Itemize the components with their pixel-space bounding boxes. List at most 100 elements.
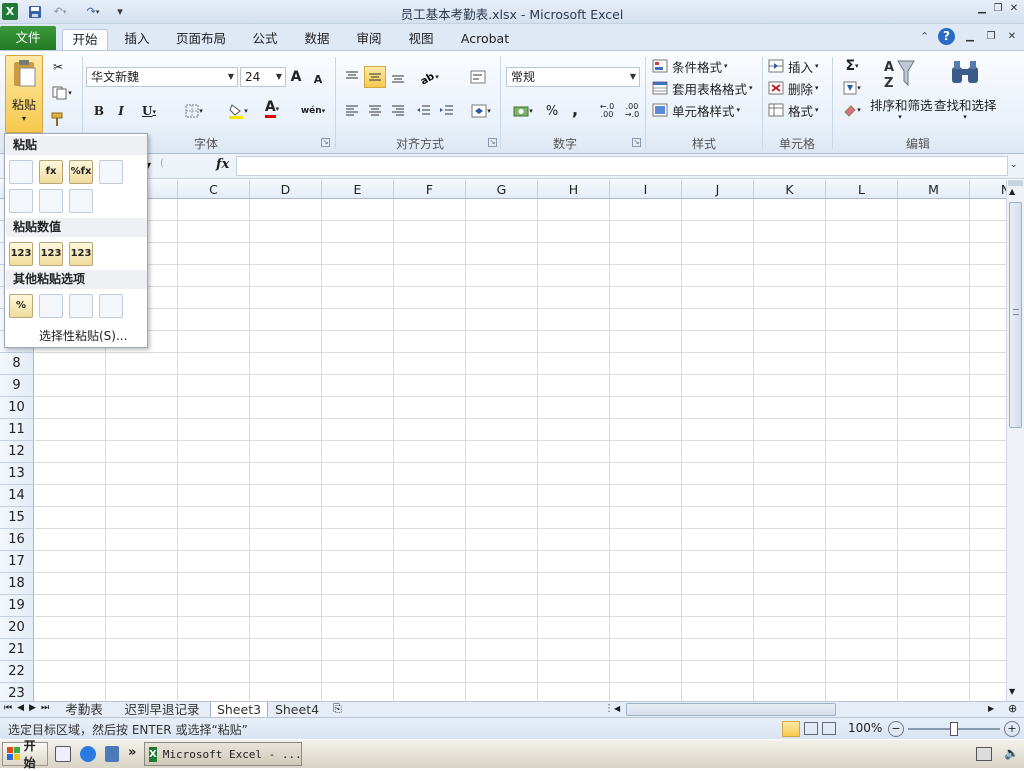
orientation-icon[interactable]: ab ▾ <box>414 67 444 87</box>
increase-indent-icon[interactable] <box>437 101 457 121</box>
align-top-icon[interactable] <box>342 67 362 87</box>
align-center-icon[interactable] <box>365 101 385 121</box>
font-color-button[interactable]: A ▾ <box>256 99 288 119</box>
row-header-8[interactable]: 8 <box>0 353 34 375</box>
number-format-combo[interactable]: 常规 ▼ <box>506 67 640 87</box>
tab-formulas[interactable]: 公式 <box>246 29 284 50</box>
start-button[interactable]: 开始 <box>2 739 48 770</box>
column-header-g[interactable]: G <box>466 180 538 199</box>
formula-input[interactable] <box>236 156 1008 176</box>
page-break-view-icon[interactable] <box>822 722 836 735</box>
column-header-l[interactable]: L <box>826 180 898 199</box>
align-right-icon[interactable] <box>388 101 408 121</box>
fill-color-button[interactable]: ▾ <box>222 101 254 121</box>
font-size-combo[interactable]: 24 ▼ <box>240 67 286 87</box>
insert-function-button[interactable]: fx <box>216 157 229 172</box>
quick-launch-chevron[interactable]: » <box>128 745 136 760</box>
paste-picture-icon[interactable] <box>69 294 93 318</box>
scroll-down-icon[interactable]: ▼ <box>1009 687 1015 696</box>
comma-style-button[interactable]: , <box>566 99 584 119</box>
scroll-left-icon[interactable]: ◀ <box>614 704 620 713</box>
tab-data[interactable]: 数据 <box>298 29 336 50</box>
zoom-in-button[interactable]: + <box>1004 721 1020 737</box>
help-icon[interactable]: ? <box>938 28 955 45</box>
grow-font-button[interactable]: A <box>289 67 303 87</box>
align-middle-icon[interactable] <box>364 66 386 88</box>
percent-style-button[interactable]: % <box>543 101 561 121</box>
underline-button[interactable]: U ▾ <box>134 101 164 121</box>
paste-button[interactable]: 粘贴 ▾ <box>5 55 43 133</box>
row-header-23[interactable]: 23 <box>0 683 34 701</box>
cut-icon[interactable]: ✂ <box>48 57 68 77</box>
row-header-12[interactable]: 12 <box>0 441 34 463</box>
copy-icon[interactable]: ▾ <box>48 83 76 103</box>
increase-decimal-button[interactable]: ←.0 .00 <box>594 101 620 121</box>
worksheet-grid[interactable]: CDEFGHIJKLMN 8 9 10 11 12 13 14 15 16 17 18 19 20 21 2… <box>0 180 1006 701</box>
speaker-tray-icon[interactable]: 🔈 <box>1004 746 1019 760</box>
sheet-tab-attendance[interactable]: 考勤表 <box>58 702 110 718</box>
row-header-19[interactable]: 19 <box>0 595 34 617</box>
paste-formulas-icon[interactable]: fx <box>39 160 63 184</box>
accounting-format-icon[interactable]: ▾ <box>508 101 538 121</box>
tab-page-layout[interactable]: 页面布局 <box>170 29 232 50</box>
row-header-22[interactable]: 22 <box>0 661 34 683</box>
column-header-i[interactable]: I <box>610 180 682 199</box>
workbook-restore-icon[interactable]: ❐ <box>983 30 999 44</box>
italic-button[interactable]: I <box>112 101 130 121</box>
keyboard-tray-icon[interactable] <box>976 747 992 761</box>
row-header-16[interactable]: 16 <box>0 529 34 551</box>
row-header-10[interactable]: 10 <box>0 397 34 419</box>
minimize-icon[interactable]: ▁ <box>974 2 990 16</box>
tab-acrobat[interactable]: Acrobat <box>454 29 516 50</box>
sheet-tab-sheet3[interactable]: Sheet3 <box>210 702 268 718</box>
delete-cells-button[interactable]: 删除 ▾ <box>768 78 819 98</box>
tab-view[interactable]: 视图 <box>402 29 440 50</box>
paste-special-menu-item[interactable]: 选择性粘贴(S)... <box>39 327 127 344</box>
font-name-combo[interactable]: 华文新魏 ▼ <box>86 67 238 87</box>
tab-file[interactable]: 文件 <box>0 26 56 50</box>
borders-button[interactable]: ▾ <box>178 101 210 121</box>
sheet-nav-icons[interactable]: ⏮◀▶⏭ <box>4 703 54 713</box>
collapse-ribbon-icon[interactable]: ⌃ <box>920 30 929 43</box>
decrease-indent-icon[interactable] <box>414 101 434 121</box>
row-header-11[interactable]: 11 <box>0 419 34 441</box>
column-header-n[interactable]: N <box>970 180 1006 199</box>
paste-formulas-number-format-icon[interactable]: %fx <box>69 160 93 184</box>
tab-split-handle[interactable]: ⋮ <box>604 703 614 714</box>
scroll-up-icon[interactable]: ▲ <box>1009 187 1015 196</box>
values-number-format-icon[interactable]: 123 <box>39 242 63 266</box>
quick-launch-icon[interactable] <box>105 746 119 762</box>
row-header-20[interactable]: 20 <box>0 617 34 639</box>
restore-icon[interactable]: ❐ <box>990 2 1006 16</box>
zoom-slider-thumb[interactable] <box>950 722 958 736</box>
excel-taskbar-button[interactable]: X Microsoft Excel - ... <box>144 742 302 766</box>
row-header-21[interactable]: 21 <box>0 639 34 661</box>
alignment-dialog-launcher[interactable]: ↘ <box>488 138 497 147</box>
tab-insert[interactable]: 插入 <box>118 29 156 50</box>
tab-review[interactable]: 审阅 <box>350 29 388 50</box>
page-layout-view-icon[interactable] <box>804 722 818 735</box>
column-header-m[interactable]: M <box>898 180 970 199</box>
column-header-h[interactable]: H <box>538 180 610 199</box>
paste-icon[interactable] <box>9 160 33 184</box>
sheet-tab-late-records[interactable]: 迟到早退记录 <box>116 702 208 718</box>
expand-formula-bar-icon[interactable]: ⌄ <box>1010 160 1018 170</box>
fill-icon[interactable]: ▾ <box>838 78 866 98</box>
format-cells-button[interactable]: 格式 ▾ <box>768 100 819 120</box>
decrease-decimal-button[interactable]: .00 →.0 <box>620 101 644 121</box>
font-dialog-launcher[interactable]: ↘ <box>321 138 330 147</box>
row-header-15[interactable]: 15 <box>0 507 34 529</box>
row-header-18[interactable]: 18 <box>0 573 34 595</box>
row-header-13[interactable]: 13 <box>0 463 34 485</box>
tab-home[interactable]: 开始 <box>62 29 108 50</box>
zoom-level[interactable]: 100% <box>848 721 882 735</box>
scroll-right-icon[interactable]: ▶ <box>988 704 994 713</box>
insert-worksheet-icon[interactable]: ⎘ <box>333 702 342 716</box>
paste-link-icon[interactable] <box>39 294 63 318</box>
paste-values-icon[interactable]: 123 <box>9 242 33 266</box>
vertical-scroll-thumb[interactable] <box>1009 202 1022 428</box>
sort-filter-button[interactable]: AZ 排序和筛选 ▾ <box>870 55 933 133</box>
clear-icon[interactable]: ▾ <box>838 100 866 120</box>
column-header-e[interactable]: E <box>322 180 394 199</box>
column-header-k[interactable]: K <box>754 180 826 199</box>
